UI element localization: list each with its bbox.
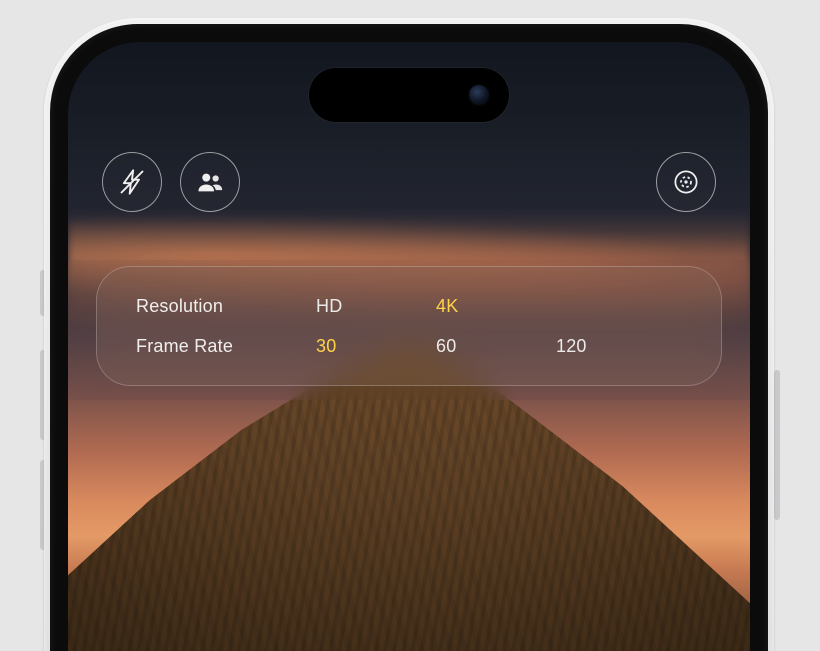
top-controls [68,152,750,222]
frame-rate-option-30[interactable]: 30 [316,336,436,357]
resolution-option-4k[interactable]: 4K [436,296,556,317]
side-power-button [774,370,780,520]
people-icon [195,167,225,197]
flash-toggle-button[interactable] [102,152,162,212]
resolution-row: Resolution HD 4K [136,292,698,320]
flash-off-icon [118,168,146,196]
frame-rate-label: Frame Rate [136,336,316,357]
dynamic-island [309,68,509,122]
frame-rate-option-60[interactable]: 60 [436,336,556,357]
frame-rate-option-120[interactable]: 120 [556,336,676,357]
resolution-label: Resolution [136,296,316,317]
front-camera-lens [469,85,489,105]
target-icon [671,167,701,197]
video-settings-panel: Resolution HD 4K Frame Rate 30 60 120 [96,266,722,386]
people-mode-button[interactable] [180,152,240,212]
phone-bezel: Resolution HD 4K Frame Rate 30 60 120 [50,24,768,651]
resolution-option-hd[interactable]: HD [316,296,436,317]
camera-profile-button[interactable] [656,152,716,212]
frame-rate-row: Frame Rate 30 60 120 [136,332,698,360]
phone-frame: Resolution HD 4K Frame Rate 30 60 120 [44,18,774,651]
camera-viewfinder[interactable]: Resolution HD 4K Frame Rate 30 60 120 [68,42,750,651]
